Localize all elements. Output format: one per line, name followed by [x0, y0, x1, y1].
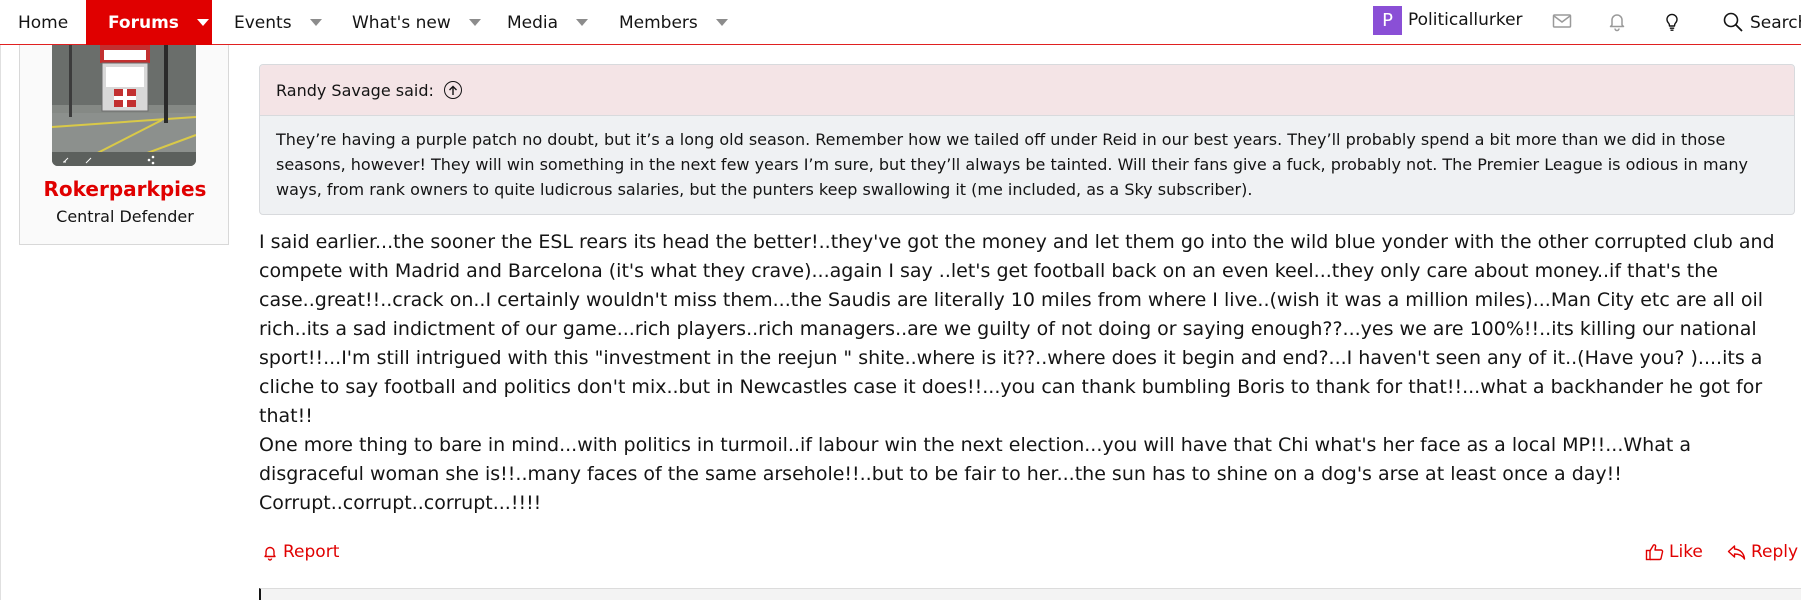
reply-label: Reply [1751, 542, 1799, 562]
nav-home-label: Home [18, 12, 69, 33]
nav-whats-new[interactable]: What's new [352, 0, 481, 45]
nav-media[interactable]: Media [507, 0, 589, 45]
bell-icon [264, 546, 276, 561]
poster-user-title: Central Defender [56, 207, 194, 226]
page-left-border [0, 45, 1, 600]
user-avatar[interactable]: P [1373, 6, 1402, 35]
chevron-down-icon[interactable] [468, 19, 481, 26]
message-paragraph: One more thing to bare in mind...with po… [259, 434, 1691, 485]
user-name-label: Politicallurker [1408, 10, 1523, 30]
report-label: Report [283, 542, 340, 562]
chevron-down-icon[interactable] [309, 19, 322, 26]
message-paragraph: I said earlier...the sooner the ESL rear… [259, 231, 1775, 427]
chevron-down-icon[interactable] [576, 19, 589, 26]
nav-events[interactable]: Events [234, 0, 322, 45]
nav-whats-new-label: What's new [352, 12, 451, 33]
thumbs-up-icon [1645, 544, 1664, 561]
user-name-link[interactable]: Politicallurker [1408, 0, 1523, 40]
user-avatar-initial: P [1382, 10, 1393, 31]
chevron-down-icon[interactable] [196, 19, 209, 26]
poster-avatar-image [52, 45, 196, 166]
poster-username[interactable]: Rokerparkpies [20, 177, 230, 201]
bell-icon[interactable] [1606, 10, 1628, 32]
envelope-icon[interactable] [1551, 10, 1573, 32]
reply-arrow-icon [1727, 544, 1746, 560]
chevron-down-icon[interactable] [715, 19, 728, 26]
reply-button[interactable]: Reply [1727, 540, 1798, 564]
quote-header[interactable]: Randy Savage said: [260, 65, 1794, 116]
search-icon[interactable] [1722, 11, 1744, 33]
nav-forums[interactable]: Forums [86, 0, 212, 45]
like-button[interactable]: Like [1645, 540, 1703, 564]
arrow-up-circle-icon[interactable] [443, 81, 462, 99]
poster-info-panel: Rokerparkpies Central Defender [19, 45, 229, 245]
nav-events-label: Events [234, 12, 292, 33]
search-button[interactable]: Search [1750, 0, 1801, 45]
message-paragraph: Corrupt..corrupt..corrupt...!!!! [259, 492, 542, 514]
like-label: Like [1669, 542, 1703, 562]
nav-media-label: Media [507, 12, 559, 33]
top-navigation: Home Forums Events What's new Media Memb… [0, 0, 1801, 45]
quote-text: They’re having a purple patch no doubt, … [276, 130, 1748, 199]
quote-block: Randy Savage said: They’re having a purp… [259, 64, 1795, 215]
lightbulb-icon[interactable] [1661, 10, 1683, 32]
nav-home[interactable]: Home [18, 0, 68, 45]
poster-avatar[interactable] [52, 45, 196, 166]
report-button[interactable]: Report [262, 540, 339, 564]
next-post-edge [259, 588, 1801, 600]
nav-members-label: Members [619, 12, 698, 33]
nav-members[interactable]: Members [619, 0, 728, 45]
post-message-body: I said earlier...the sooner the ESL rear… [259, 228, 1799, 518]
search-label: Search [1750, 12, 1801, 33]
quote-author[interactable]: Randy Savage said: [276, 81, 434, 100]
nav-forums-label: Forums [108, 12, 179, 33]
